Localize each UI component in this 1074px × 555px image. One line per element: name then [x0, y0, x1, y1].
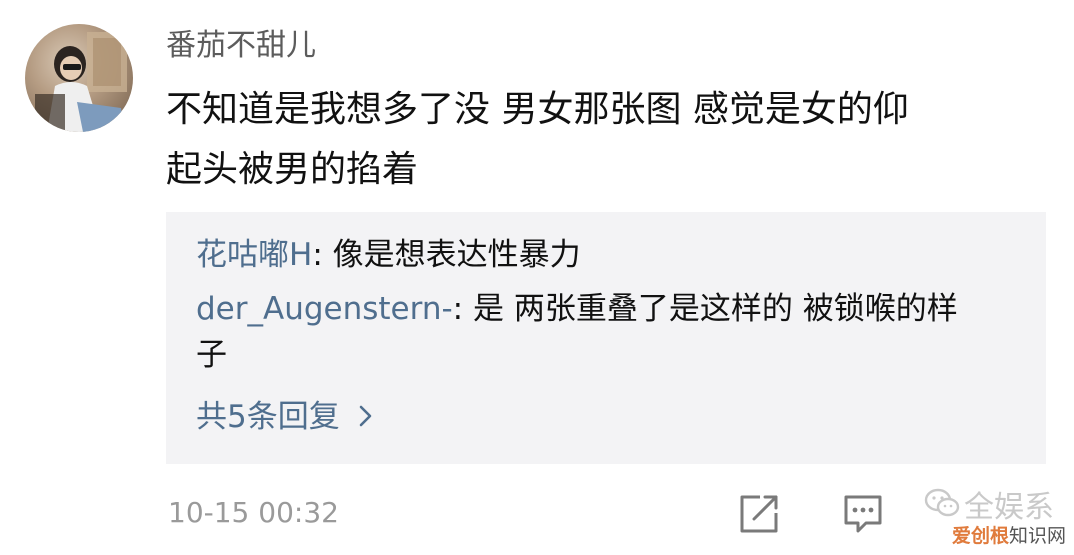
reply-item: der_Augenstern-: 是 两张重叠了是这样的 被锁喉的样: [196, 286, 958, 332]
avatar-image: [35, 32, 127, 132]
reply-separator: :: [452, 291, 473, 327]
site-watermark-part2: 知识网: [1008, 525, 1066, 547]
comment-text: 不知道是我想多了没 男女那张图 感觉是女的仰 起头被男的掐着: [166, 80, 1046, 200]
avatar[interactable]: [25, 24, 133, 132]
chevron-right-icon: [358, 394, 374, 440]
reply-item: 花咕嘟H: 像是想表达性暴力: [196, 232, 581, 278]
reply-text: 像是想表达性暴力: [332, 237, 581, 273]
comment-card: 番茄不甜儿 不知道是我想多了没 男女那张图 感觉是女的仰 起头被男的掐着 花咕嘟…: [0, 0, 1074, 555]
comment-text-line: 不知道是我想多了没 男女那张图 感觉是女的仰: [166, 89, 909, 130]
comment-icon[interactable]: [842, 493, 884, 535]
comment-text-line: 起头被男的掐着: [166, 149, 419, 190]
site-watermark-part1: 爱创根: [951, 525, 1009, 547]
reply-text-continuation: 子: [196, 337, 227, 373]
replies-panel: 花咕嘟H: 像是想表达性暴力 der_Augenstern-: 是 两张重叠了是…: [166, 212, 1046, 464]
comment-username[interactable]: 番茄不甜儿: [166, 26, 316, 66]
comment-timestamp: 10-15 00:32: [168, 496, 339, 529]
reply-author[interactable]: der_Augenstern-: [196, 291, 453, 327]
site-watermark: 爱创根知识网: [952, 523, 1066, 549]
view-more-replies-link[interactable]: 共5条回复: [196, 394, 374, 440]
reply-separator: :: [312, 237, 333, 273]
reply-text: 是 两张重叠了是这样的 被锁喉的样: [472, 291, 958, 327]
reply-author[interactable]: 花咕嘟H: [196, 237, 312, 273]
more-replies-label: 共5条回复: [196, 399, 340, 435]
share-icon[interactable]: [738, 493, 780, 535]
watermark-text: 全娱系: [964, 490, 1054, 525]
